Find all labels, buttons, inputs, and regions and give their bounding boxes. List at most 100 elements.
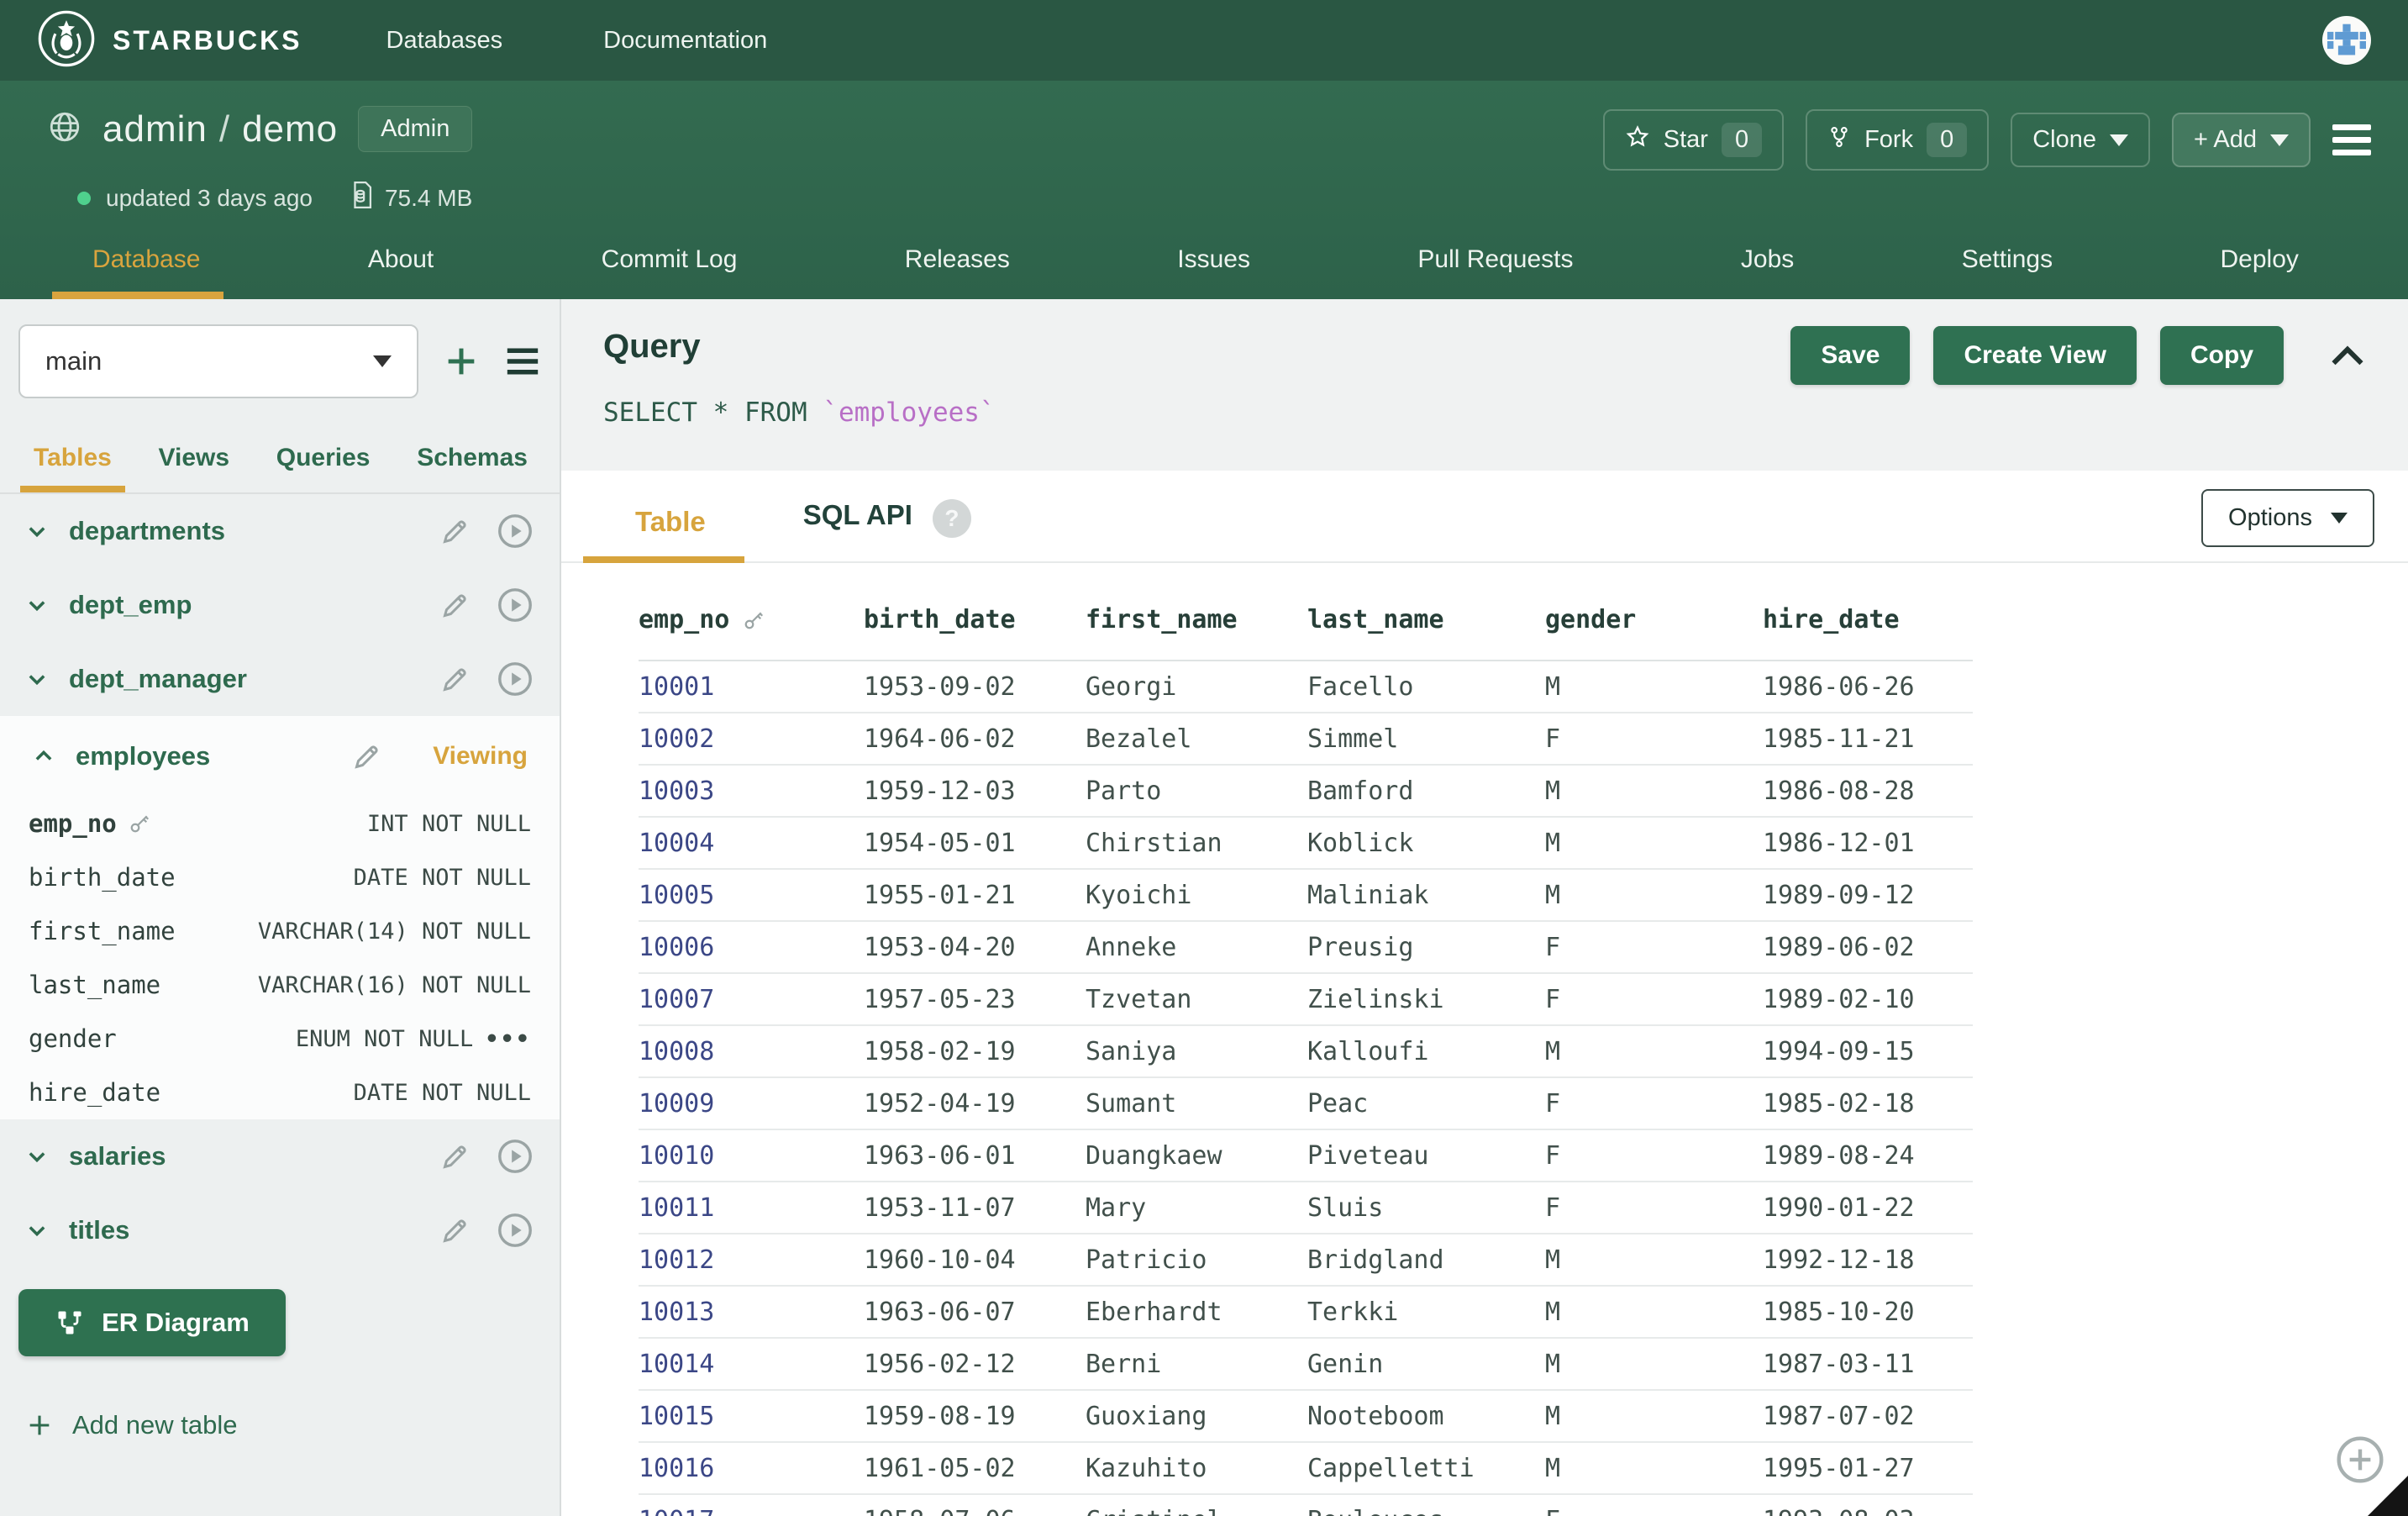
sidebar-item-dept-manager[interactable]: dept_manager [18, 642, 541, 716]
emp-no-link[interactable]: 10003 [639, 776, 864, 806]
table-row[interactable]: 10012 1960-10-04 Patricio Bridgland M 19… [639, 1234, 1973, 1287]
column-row: hire_date DATE NOT NULL [25, 1066, 534, 1119]
tab-releases[interactable]: Releases [905, 225, 1010, 299]
play-circle-icon[interactable] [496, 660, 534, 698]
table-row[interactable]: 10003 1959-12-03 Parto Bamford M 1986-08… [639, 766, 1973, 818]
sidebar-item-dept-emp[interactable]: dept_emp [18, 568, 541, 642]
enum-more-button[interactable]: ••• [485, 1026, 531, 1052]
branch-selector[interactable]: main [18, 324, 418, 398]
table-row[interactable]: 10008 1958-02-19 Saniya Kalloufi M 1994-… [639, 1026, 1973, 1078]
column-header-first-name[interactable]: first_name [1086, 605, 1307, 634]
cell-last-name: Peac [1307, 1089, 1545, 1119]
table-row[interactable]: 10010 1963-06-01 Duangkaew Piveteau F 19… [639, 1130, 1973, 1182]
column-header-last-name[interactable]: last_name [1307, 605, 1545, 634]
play-circle-icon[interactable] [496, 586, 534, 624]
column-header-hire-date[interactable]: hire_date [1763, 605, 1973, 634]
table-row[interactable]: 10005 1955-01-21 Kyoichi Maliniak M 1989… [639, 870, 1973, 922]
tab-tables[interactable]: Tables [34, 444, 112, 492]
tab-database[interactable]: Database [92, 225, 200, 299]
options-button[interactable]: Options [2201, 489, 2374, 547]
create-view-button[interactable]: Create View [1933, 326, 2137, 385]
brand[interactable]: STARBUCKS [37, 9, 302, 72]
tab-schemas[interactable]: Schemas [417, 444, 528, 492]
column-header-emp-no[interactable]: emp_no [639, 605, 864, 634]
emp-no-link[interactable]: 10016 [639, 1454, 864, 1483]
new-branch-button[interactable] [442, 342, 481, 381]
emp-no-link[interactable]: 10001 [639, 672, 864, 702]
play-circle-icon[interactable] [496, 512, 534, 550]
sidebar-item-titles[interactable]: titles [18, 1193, 541, 1267]
table-row[interactable]: 10009 1952-04-19 Sumant Peac F 1985-02-1… [639, 1078, 1973, 1130]
copy-button[interactable]: Copy [2160, 326, 2284, 385]
play-circle-icon[interactable] [496, 1137, 534, 1176]
emp-no-link[interactable]: 10004 [639, 829, 864, 858]
edit-pencil-icon[interactable] [439, 662, 472, 696]
column-header-birth-date[interactable]: birth_date [864, 605, 1086, 634]
sidebar-item-employees[interactable]: employees Viewing [25, 716, 534, 797]
edit-pencil-icon[interactable] [350, 740, 384, 773]
repo-name[interactable]: demo [242, 108, 338, 150]
tab-issues[interactable]: Issues [1177, 225, 1250, 299]
er-diagram-button[interactable]: ER Diagram [18, 1289, 286, 1356]
emp-no-link[interactable]: 10008 [639, 1037, 864, 1066]
save-button[interactable]: Save [1790, 326, 1910, 385]
table-row[interactable]: 10017 1958-07-06 Cristinel Bouloucos F 1… [639, 1495, 1973, 1516]
nav-databases[interactable]: Databases [386, 27, 503, 55]
sql-query-text[interactable]: SELECT * FROM `employees` [603, 397, 2408, 428]
tab-pull-requests[interactable]: Pull Requests [1417, 225, 1573, 299]
emp-no-link[interactable]: 10006 [639, 933, 864, 962]
table-row[interactable]: 10015 1959-08-19 Guoxiang Nooteboom M 19… [639, 1391, 1973, 1443]
emp-no-link[interactable]: 10010 [639, 1141, 864, 1171]
user-avatar[interactable] [2322, 16, 2371, 65]
table-row[interactable]: 10014 1956-02-12 Berni Genin M 1987-03-1… [639, 1339, 1973, 1391]
tab-about[interactable]: About [368, 225, 434, 299]
emp-no-link[interactable]: 10002 [639, 724, 864, 754]
sidebar-item-salaries[interactable]: salaries [18, 1119, 541, 1193]
table-row[interactable]: 10016 1961-05-02 Kazuhito Cappelletti M … [639, 1443, 1973, 1495]
clone-button[interactable]: Clone [2011, 113, 2150, 167]
table-row[interactable]: 10007 1957-05-23 Tzvetan Zielinski F 198… [639, 974, 1973, 1026]
add-new-table-button[interactable]: Add new table [18, 1410, 541, 1440]
tab-views[interactable]: Views [159, 444, 230, 492]
help-icon[interactable]: ? [933, 499, 971, 538]
sidebar-item-departments[interactable]: departments [18, 494, 541, 568]
edit-pencil-icon[interactable] [439, 588, 472, 622]
nav-documentation[interactable]: Documentation [603, 27, 767, 55]
emp-no-link[interactable]: 10011 [639, 1193, 864, 1223]
play-circle-icon[interactable] [496, 1211, 534, 1250]
edit-pencil-icon[interactable] [439, 1140, 472, 1173]
tab-jobs[interactable]: Jobs [1741, 225, 1794, 299]
tab-commit-log[interactable]: Commit Log [602, 225, 738, 299]
table-row[interactable]: 10004 1954-05-01 Chirstian Koblick M 198… [639, 818, 1973, 870]
top-nav-items: Databases Documentation [386, 27, 768, 55]
emp-no-link[interactable]: 10012 [639, 1245, 864, 1275]
emp-no-link[interactable]: 10009 [639, 1089, 864, 1119]
emp-no-link[interactable]: 10005 [639, 881, 864, 910]
tab-table[interactable]: Table [635, 506, 706, 561]
star-button[interactable]: Star 0 [1603, 109, 1784, 171]
emp-no-link[interactable]: 10014 [639, 1350, 864, 1379]
repo-owner[interactable]: admin [103, 108, 208, 150]
table-row[interactable]: 10001 1953-09-02 Georgi Facello M 1986-0… [639, 661, 1973, 713]
tab-queries[interactable]: Queries [276, 444, 371, 492]
table-row[interactable]: 10013 1963-06-07 Eberhardt Terkki M 1985… [639, 1287, 1973, 1339]
cell-birth-date: 1961-05-02 [864, 1454, 1086, 1483]
emp-no-link[interactable]: 10015 [639, 1402, 864, 1431]
edit-pencil-icon[interactable] [439, 514, 472, 548]
table-row[interactable]: 10011 1953-11-07 Mary Sluis F 1990-01-22 [639, 1182, 1973, 1234]
emp-no-link[interactable]: 10013 [639, 1298, 864, 1327]
emp-no-link[interactable]: 10017 [639, 1506, 864, 1516]
edit-pencil-icon[interactable] [439, 1213, 472, 1247]
menu-icon[interactable] [2332, 118, 2371, 162]
table-row[interactable]: 10006 1953-04-20 Anneke Preusig F 1989-0… [639, 922, 1973, 974]
tab-deploy[interactable]: Deploy [2221, 225, 2299, 299]
fork-button[interactable]: Fork 0 [1806, 109, 1989, 171]
table-row[interactable]: 10002 1964-06-02 Bezalel Simmel F 1985-1… [639, 713, 1973, 766]
column-header-gender[interactable]: gender [1545, 605, 1763, 634]
tab-settings[interactable]: Settings [1962, 225, 2053, 299]
branch-list-button[interactable] [504, 345, 541, 378]
add-button[interactable]: + Add [2172, 113, 2311, 167]
tab-sql-api[interactable]: SQL API ? [803, 499, 971, 561]
emp-no-link[interactable]: 10007 [639, 985, 864, 1014]
collapse-query-button[interactable] [2329, 341, 2366, 370]
